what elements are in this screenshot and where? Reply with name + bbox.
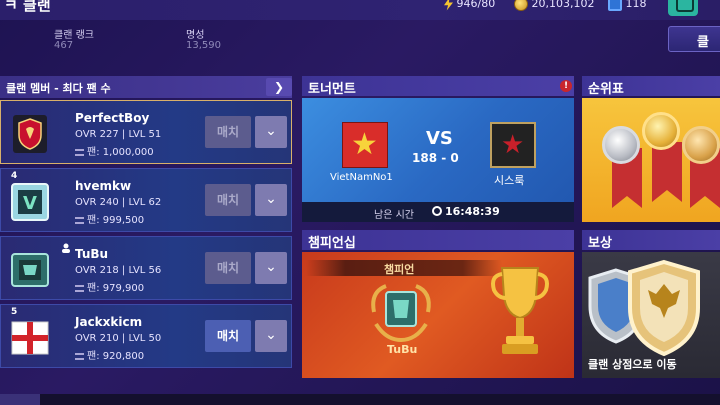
- team-flag-icon: [490, 122, 536, 168]
- laurel-crest-icon: [371, 284, 431, 342]
- championship-title[interactable]: 챔피언십: [302, 230, 574, 251]
- energy-counter: 946/80: [444, 0, 495, 11]
- flag-badge-icon: [11, 321, 49, 355]
- member-fans-text: 팬: 979,900: [87, 283, 145, 294]
- clan-button[interactable]: 클: [668, 26, 720, 52]
- coin-counter: 20,103,102: [514, 0, 594, 11]
- member-name: hvemkw: [75, 179, 132, 193]
- member-fans-text: 팬: 999,500: [87, 215, 145, 226]
- fans-icon: [75, 284, 84, 292]
- team-name-right: 시스룩: [494, 174, 525, 187]
- member-name: TuBu: [75, 247, 109, 261]
- store-button[interactable]: [668, 0, 698, 16]
- match-button[interactable]: 매치: [205, 116, 251, 148]
- member-options-button[interactable]: ⌄: [255, 320, 287, 352]
- reward-title[interactable]: 보상: [582, 230, 720, 251]
- member-ovr: OVR 210 | LVL 50: [75, 333, 162, 344]
- player-badge-icon: [11, 253, 49, 287]
- member-rank: 4: [11, 171, 18, 181]
- fans-icon: [75, 352, 84, 360]
- ranking-title[interactable]: 순위표: [582, 76, 720, 97]
- ribbon-icon: [652, 142, 682, 202]
- member-row: PerfectBoy OVR 227 | LVL 51 팬: 1,000,000…: [0, 100, 292, 164]
- member-fans-text: 팬: 920,800: [87, 351, 145, 362]
- fans-icon: [75, 148, 84, 156]
- team-flag-icon: [342, 122, 388, 168]
- silver-medal-icon: [602, 126, 640, 164]
- coin-icon: [514, 0, 528, 11]
- champion-label: 챔피언: [384, 263, 415, 276]
- members-panel-header: 클랜 멤버 - 최다 팬 수: [0, 76, 292, 98]
- vs-label: VS: [426, 128, 453, 149]
- time-remaining-value: 16:48:39: [432, 205, 500, 218]
- tournament-score: 188 - 0: [412, 151, 459, 165]
- energy-icon: [444, 0, 453, 11]
- bronze-medal-icon: [682, 126, 720, 164]
- member-name: Jackxkicm: [75, 315, 143, 329]
- time-remaining-text: 16:48:39: [445, 205, 500, 218]
- bottom-tab[interactable]: [0, 394, 40, 405]
- member-row: TuBu OVR 218 | LVL 56 팬: 979,900 매치 ⌄: [0, 236, 292, 300]
- ranking-card[interactable]: [582, 98, 720, 222]
- member-options-button[interactable]: ⌄: [255, 116, 287, 148]
- leader-icon: [62, 243, 70, 253]
- member-fans: 팬: 920,800: [75, 347, 144, 362]
- clan-store-link[interactable]: 클랜 상점으로 이동: [588, 356, 677, 372]
- member-fans: 팬: 1,000,000: [75, 143, 154, 158]
- screen-title: ㅋ 클랜: [4, 0, 51, 14]
- member-fans-text: 팬: 1,000,000: [87, 147, 154, 158]
- match-button[interactable]: 매치: [205, 320, 251, 352]
- match-button[interactable]: 매치: [205, 252, 251, 284]
- member-options-button[interactable]: ⌄: [255, 252, 287, 284]
- member-name: PerfectBoy: [75, 111, 150, 125]
- gem-counter: 118: [608, 0, 647, 11]
- svg-text:V: V: [23, 193, 37, 214]
- alert-icon: !: [560, 80, 572, 92]
- team-name-left: VietNamNo1: [330, 172, 393, 183]
- member-ovr: OVR 218 | LVL 56: [75, 265, 162, 276]
- champion-name: TuBu: [387, 343, 418, 356]
- member-fans: 팬: 999,500: [75, 211, 144, 226]
- member-rank: 5: [11, 307, 18, 317]
- gem-value: 118: [625, 0, 647, 10]
- coin-value: 20,103,102: [531, 0, 595, 10]
- member-ovr: OVR 240 | LVL 62: [75, 197, 162, 208]
- gold-shield-icon: [628, 259, 700, 357]
- top-bar: ㅋ 클랜 946/80 20,103,102 118: [0, 0, 720, 20]
- member-ovr: OVR 227 | LVL 51: [75, 129, 162, 140]
- gem-icon: [608, 0, 622, 11]
- tournament-title[interactable]: 토너먼트: [302, 76, 574, 97]
- bottom-strip: [0, 394, 720, 405]
- club-crest-icon: [13, 115, 47, 153]
- member-fans: 팬: 979,900: [75, 279, 144, 294]
- match-button[interactable]: 매치: [205, 184, 251, 216]
- energy-value: 946/80: [456, 0, 496, 10]
- member-row: 4 V hvemkw OVR 240 | LVL 62 팬: 999,500 매…: [0, 168, 292, 232]
- fame-label: 명성: [186, 30, 205, 41]
- trophy-icon: [491, 267, 549, 354]
- member-row: 5 Jackxkicm OVR 210 | LVL 50 팬: 920,800 …: [0, 304, 292, 368]
- player-badge-icon: V: [11, 183, 49, 221]
- fans-icon: [75, 216, 84, 224]
- clan-rank-value: 467: [54, 40, 74, 51]
- stopwatch-icon: [432, 206, 442, 216]
- gold-medal-icon: [642, 112, 680, 150]
- time-remaining-label: 남은 시간: [374, 210, 414, 221]
- clan-rank-label: 클랜 랭크: [54, 30, 94, 41]
- members-expand-button[interactable]: ❯: [266, 78, 292, 96]
- fame-value: 13,590: [186, 40, 221, 51]
- member-options-button[interactable]: ⌄: [255, 184, 287, 216]
